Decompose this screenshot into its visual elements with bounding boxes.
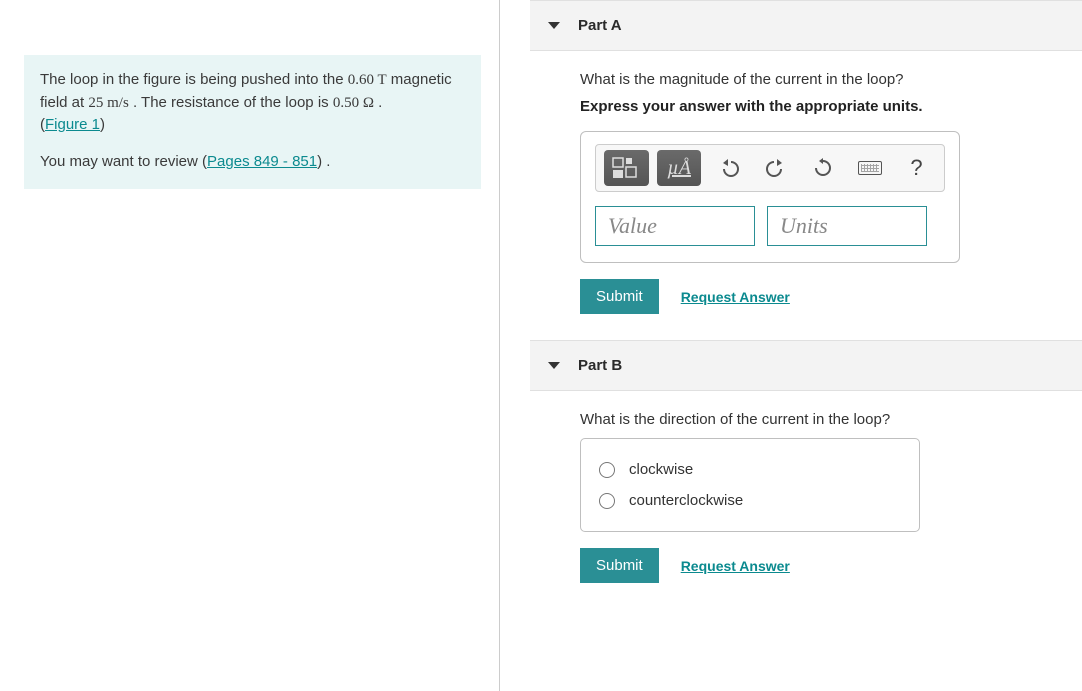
chevron-down-icon (548, 362, 560, 369)
options-box: clockwise counterclockwise (580, 438, 920, 532)
part-a-instruction: Express your answer with the appropriate… (580, 98, 1054, 115)
part-b-header[interactable]: Part B (530, 340, 1082, 391)
equation-toolbar: µÅ ? (595, 144, 945, 192)
part-a-title: Part A (578, 17, 622, 34)
request-answer-link[interactable]: Request Answer (681, 289, 790, 305)
option-clockwise[interactable]: clockwise (599, 454, 901, 485)
option-label: counterclockwise (629, 492, 743, 509)
part-b-question: What is the direction of the current in … (580, 411, 1054, 428)
request-answer-link[interactable]: Request Answer (681, 558, 790, 574)
redo-icon[interactable] (756, 150, 795, 186)
problem-panel: The loop in the figure is being pushed i… (0, 0, 500, 691)
mu-a-label: µÅ (667, 157, 691, 180)
part-b-title: Part B (578, 357, 622, 374)
v-value: 25 m/s (88, 95, 128, 111)
help-icon[interactable]: ? (897, 150, 936, 186)
problem-statement: The loop in the figure is being pushed i… (24, 55, 481, 189)
submit-button[interactable]: Submit (580, 548, 659, 583)
pages-link[interactable]: Pages 849 - 851 (207, 153, 317, 170)
submit-button[interactable]: Submit (580, 279, 659, 314)
radio-icon (599, 462, 615, 478)
problem-text: The loop in the figure is being pushed i… (40, 69, 465, 114)
r-value: 0.50 Ω (333, 95, 374, 111)
text: You may want to review ( (40, 153, 207, 170)
part-b-body: What is the direction of the current in … (530, 391, 1082, 609)
undo-icon[interactable] (709, 150, 748, 186)
radio-icon (599, 493, 615, 509)
b-value: 0.60 T (348, 72, 387, 88)
units-icon[interactable]: µÅ (657, 150, 702, 186)
text: The loop in the figure is being pushed i… (40, 71, 348, 88)
figure-ref: (Figure 1) (40, 114, 465, 137)
value-input[interactable]: Value (595, 206, 755, 246)
part-a-question: What is the magnitude of the current in … (580, 71, 1054, 88)
reset-icon[interactable] (803, 150, 842, 186)
review-hint: You may want to review (Pages 849 - 851)… (40, 151, 465, 174)
answer-panel: Part A What is the magnitude of the curr… (500, 0, 1082, 691)
figure-link[interactable]: Figure 1 (45, 116, 100, 133)
text: ) . (317, 153, 330, 170)
option-label: clockwise (629, 461, 693, 478)
chevron-down-icon (548, 22, 560, 29)
text: . The resistance of the loop is (129, 94, 333, 111)
text: . (374, 94, 382, 111)
keyboard-icon[interactable] (850, 150, 889, 186)
answer-entry-box: µÅ ? Value (580, 131, 960, 263)
templates-icon[interactable] (604, 150, 649, 186)
units-input[interactable]: Units (767, 206, 927, 246)
part-a-header[interactable]: Part A (530, 0, 1082, 51)
option-counterclockwise[interactable]: counterclockwise (599, 485, 901, 516)
part-a-body: What is the magnitude of the current in … (530, 51, 1082, 340)
